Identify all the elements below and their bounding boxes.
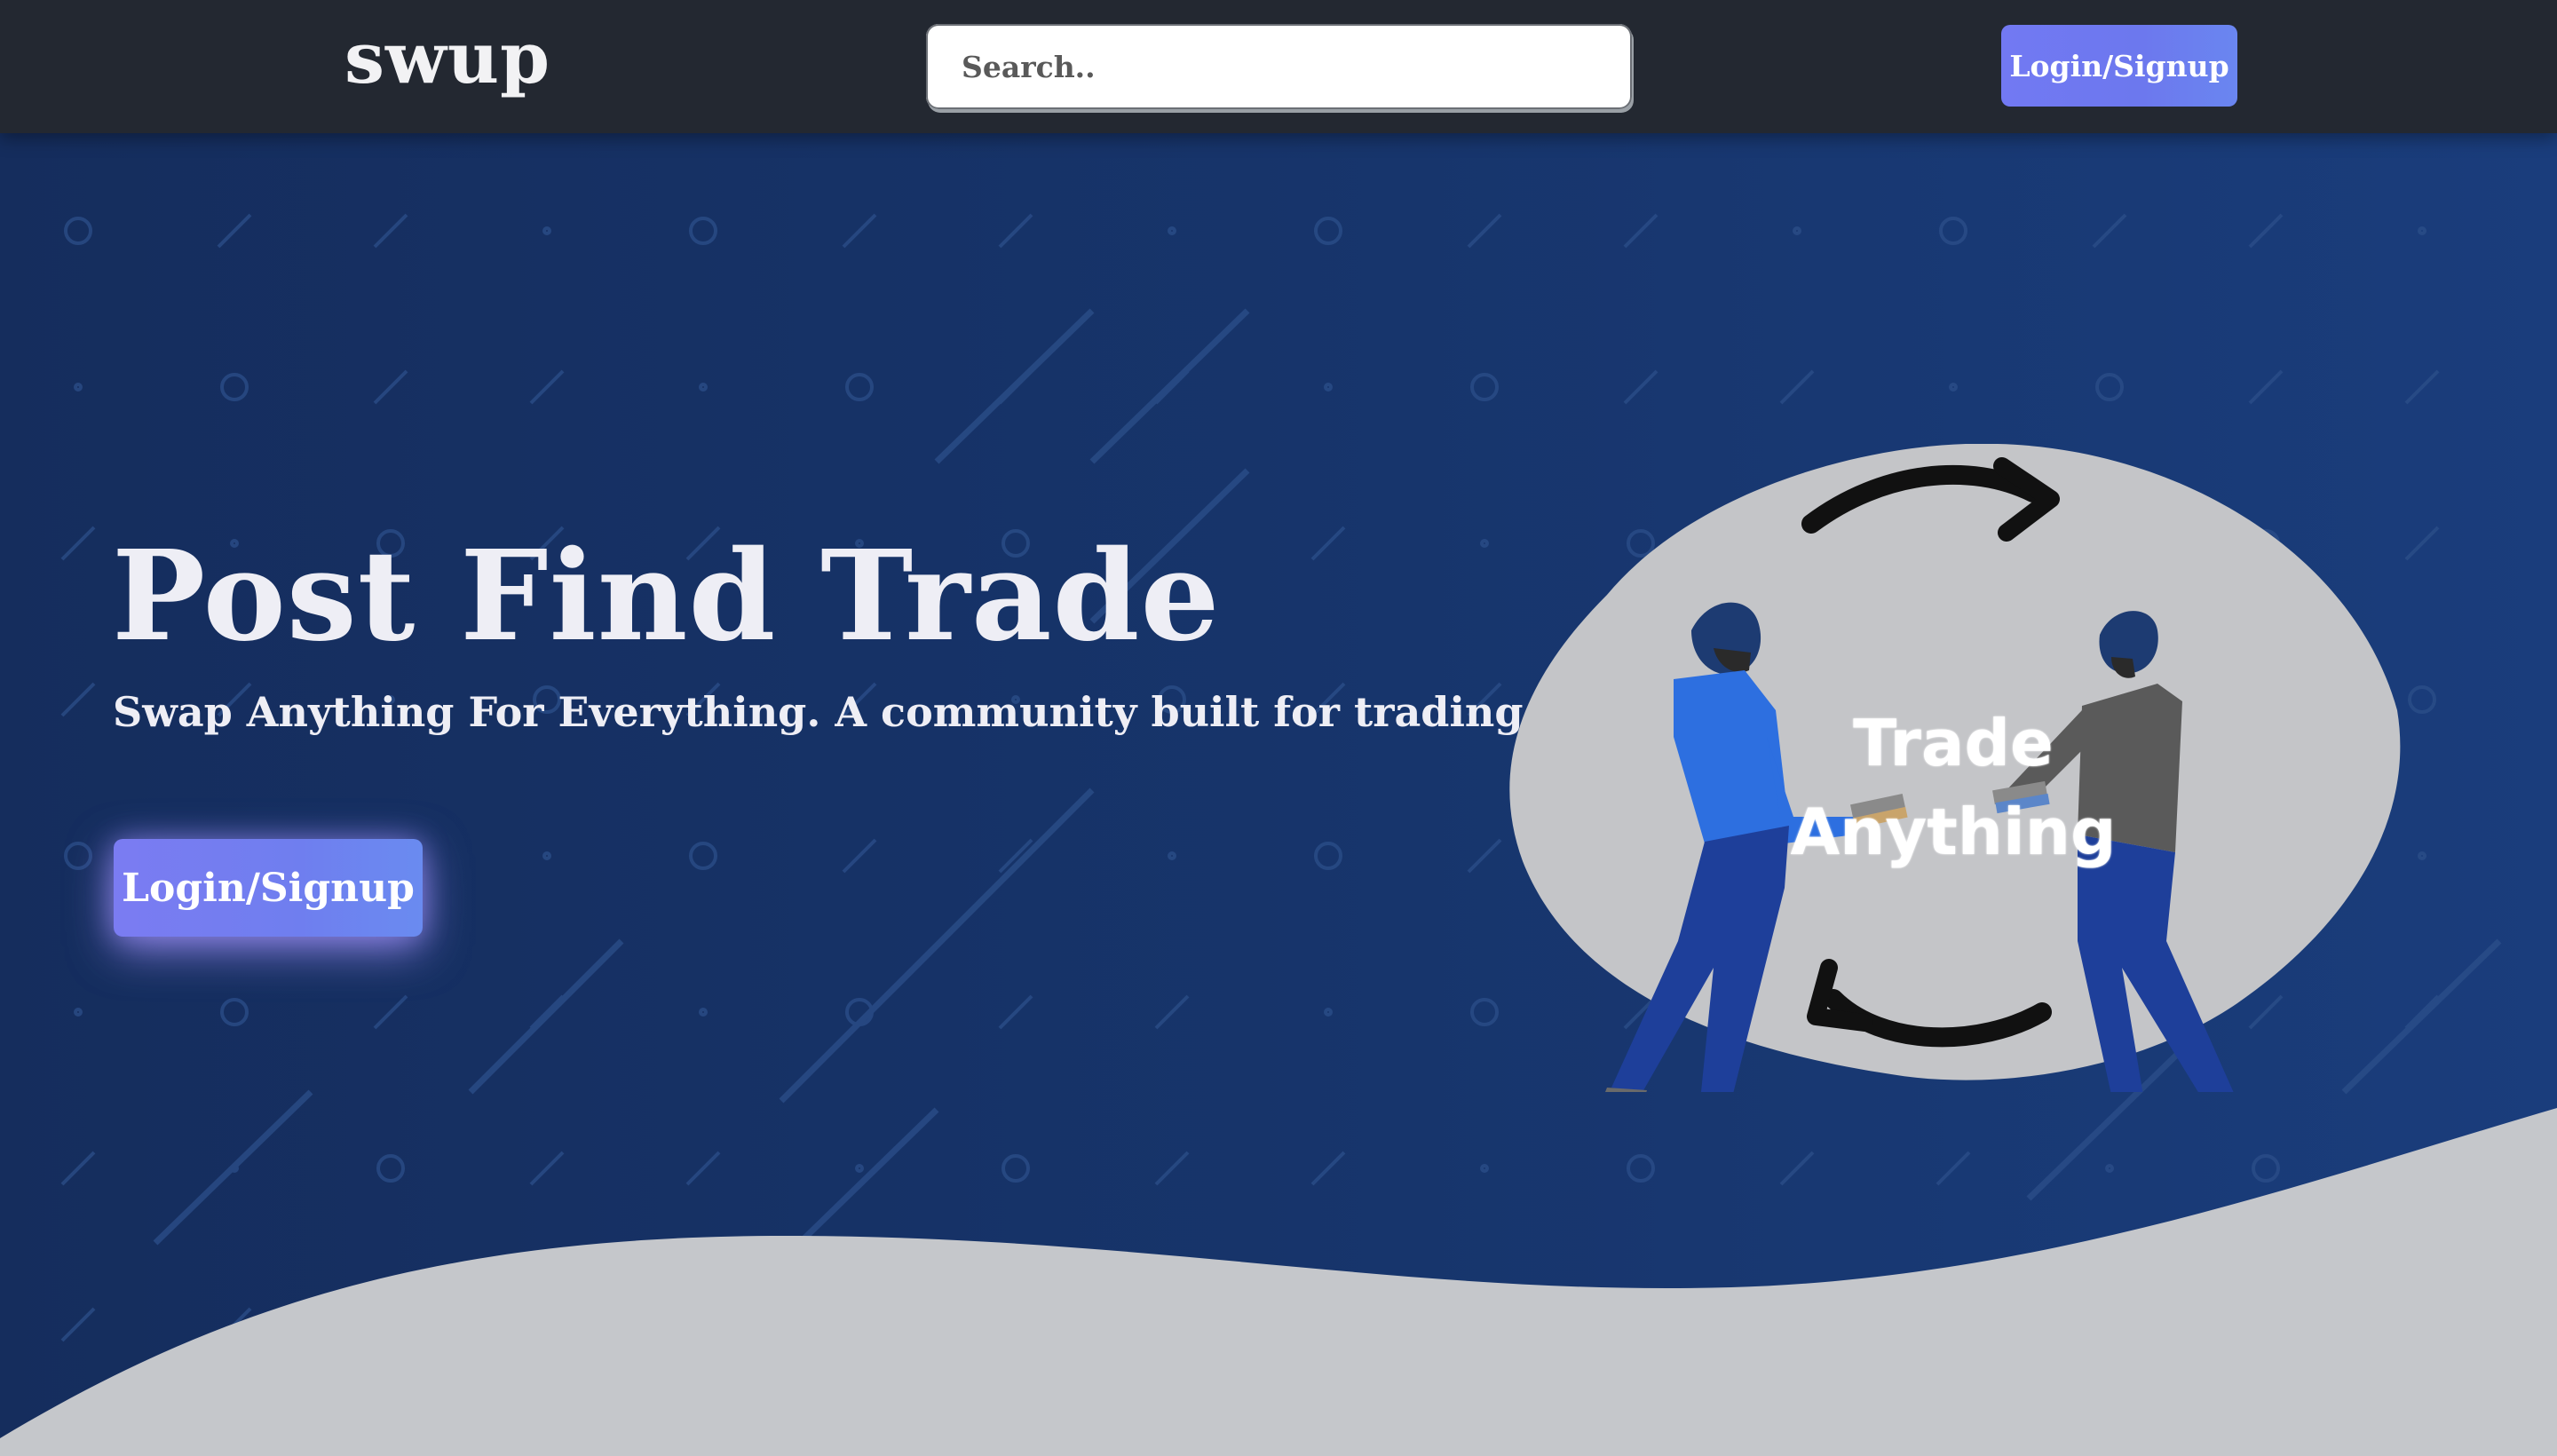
- pattern-mark: [1310, 1151, 1346, 1186]
- illustration-text-anything: Anything: [1790, 795, 2117, 869]
- pattern-mark: [1480, 539, 1489, 548]
- hero-section: Post Find Trade Swap Anything For Everyt…: [0, 133, 2557, 1456]
- pattern-mark: [220, 373, 249, 401]
- pattern-mark: [220, 998, 249, 1026]
- search-box: [926, 24, 1632, 109]
- pattern-mark: [842, 838, 877, 874]
- pattern-mark: [2095, 373, 2124, 401]
- pattern-mark: [1310, 526, 1346, 561]
- pattern-mark: [1324, 1008, 1333, 1017]
- pattern-mark: [1623, 213, 1658, 249]
- pattern-mark: [373, 213, 408, 249]
- pattern-mark: [1001, 1154, 1030, 1183]
- pattern-mark: [1154, 1151, 1190, 1186]
- navbar: swup Login/Signup: [0, 0, 2557, 133]
- pattern-mark: [689, 842, 717, 870]
- pattern-mark: [1627, 1154, 1655, 1183]
- pattern-mark: [2404, 526, 2440, 561]
- pattern-mark: [1949, 383, 1958, 392]
- pattern-mark: [2418, 226, 2426, 235]
- pattern-mark: [1467, 213, 1502, 249]
- pattern-long-line: [468, 938, 624, 1095]
- pattern-mark: [1779, 369, 1815, 405]
- pattern-mark: [855, 1164, 864, 1173]
- hero-login-button[interactable]: Login/Signup: [114, 839, 423, 937]
- pattern-long-line: [153, 1089, 313, 1246]
- pattern-mark: [1467, 838, 1502, 874]
- pattern-mark: [685, 1151, 721, 1186]
- pattern-mark: [542, 851, 551, 860]
- pattern-mark: [1623, 369, 1658, 405]
- pattern-mark: [373, 369, 408, 405]
- pattern-mark: [699, 1008, 708, 1017]
- pattern-mark: [842, 213, 877, 249]
- pattern-mark: [1314, 842, 1342, 870]
- pattern-mark: [60, 682, 96, 717]
- pattern-mark: [2248, 369, 2284, 405]
- pattern-mark: [1154, 994, 1190, 1030]
- pattern-mark: [529, 369, 565, 405]
- pattern-mark: [699, 383, 708, 392]
- pattern-mark: [1324, 383, 1333, 392]
- pattern-mark: [217, 213, 252, 249]
- pattern-mark: [60, 1307, 96, 1342]
- hero-title: Post Find Trade: [112, 524, 1221, 669]
- trade-illustration: Trade Anything: [1500, 443, 2406, 1119]
- pattern-long-line: [934, 308, 1095, 464]
- pattern-mark: [373, 994, 408, 1030]
- pattern-mark: [1168, 226, 1176, 235]
- pattern-mark: [2105, 1164, 2114, 1173]
- pattern-mark: [64, 842, 92, 870]
- pattern-mark: [1779, 1151, 1815, 1186]
- pattern-mark: [1939, 217, 1967, 245]
- pattern-mark: [1480, 1164, 1489, 1173]
- brand-logo[interactable]: swup: [344, 16, 550, 99]
- pattern-mark: [74, 383, 83, 392]
- pattern-mark: [2252, 1154, 2280, 1183]
- pattern-mark: [2404, 369, 2440, 405]
- pattern-mark: [2418, 851, 2426, 860]
- pattern-mark: [1168, 851, 1176, 860]
- pattern-mark: [376, 1154, 405, 1183]
- pattern-mark: [542, 226, 551, 235]
- pattern-mark: [845, 373, 874, 401]
- nav-login-button[interactable]: Login/Signup: [2001, 25, 2237, 107]
- pattern-mark: [529, 1151, 565, 1186]
- pattern-mark: [1470, 998, 1499, 1026]
- pattern-long-line: [1089, 308, 1250, 464]
- pattern-mark: [2408, 685, 2436, 714]
- pattern-mark: [998, 213, 1033, 249]
- pattern-mark: [60, 1151, 96, 1186]
- pattern-mark: [1793, 226, 1801, 235]
- search-input[interactable]: [926, 24, 1632, 109]
- pattern-mark: [689, 217, 717, 245]
- pattern-mark: [1314, 217, 1342, 245]
- hero-subtitle: Swap Anything For Everything. A communit…: [113, 688, 1538, 736]
- pattern-long-line: [779, 787, 1095, 1104]
- pattern-mark: [74, 1008, 83, 1017]
- pattern-mark: [2092, 213, 2127, 249]
- pattern-mark: [1936, 1151, 1971, 1186]
- pattern-mark: [998, 994, 1033, 1030]
- illustration-text-trade: Trade: [1853, 706, 2054, 780]
- pattern-mark: [60, 526, 96, 561]
- pattern-mark: [2248, 213, 2284, 249]
- pattern-mark: [1470, 373, 1499, 401]
- pattern-mark: [64, 217, 92, 245]
